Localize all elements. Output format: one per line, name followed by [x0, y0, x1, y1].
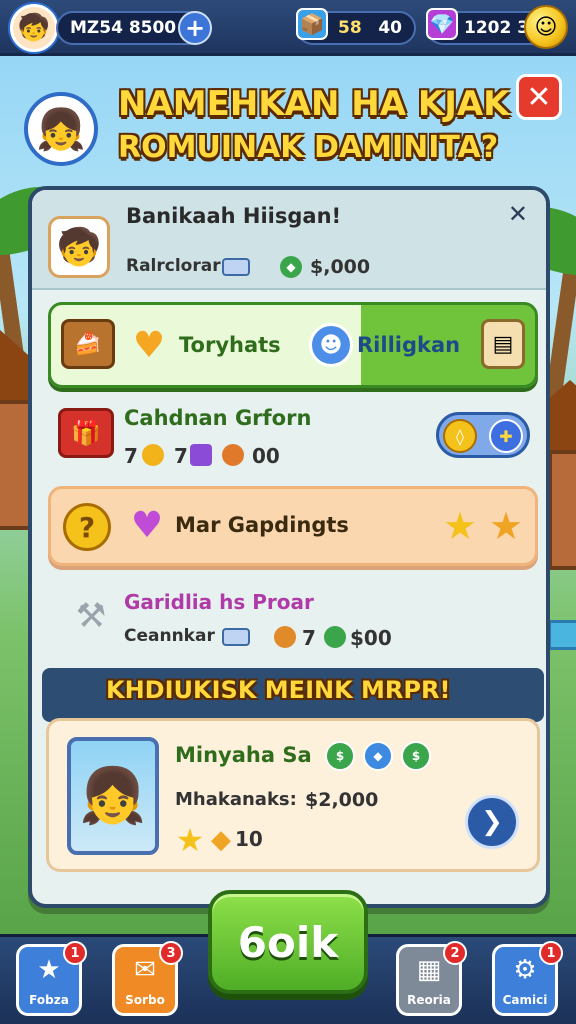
emerald-icon: ◆	[280, 256, 302, 278]
notification-badge: 1	[63, 941, 87, 965]
npc-avatar: 🧒	[48, 216, 110, 278]
key-icon: ✚	[489, 419, 523, 453]
nav-label: Fobza	[29, 993, 69, 1007]
row4-stat-2: $00	[350, 626, 392, 650]
resource-1-value: 58	[338, 18, 362, 38]
card-drop-icon: ◆	[211, 825, 231, 855]
row1-right-label: Rilligkan	[357, 333, 461, 357]
hammer-icon: ⚒	[75, 596, 107, 636]
coin-small-icon	[142, 444, 164, 466]
add-currency-button[interactable]: +	[178, 11, 212, 45]
card-icon	[222, 258, 250, 276]
row-highlight-orange[interactable]: ? ♥ Mar Gapdingts ★ ★	[48, 486, 538, 566]
nav-label: Sorbo	[125, 993, 165, 1007]
dollar-icon-2: $	[401, 741, 431, 771]
question-icon: ?	[63, 503, 111, 551]
title-line-2: ROMUINAK DAMINITA?	[118, 130, 499, 165]
quest-panel: 🧒 Banikaah Hiisgan! ✕ Ralrclorar ◆ $,000…	[28, 186, 550, 908]
crate-icon: 📦	[296, 8, 328, 40]
row2-stat-1: 7	[124, 444, 138, 468]
reward-label: Ralrclorar	[126, 256, 221, 276]
blob-icon: ☻	[309, 323, 353, 367]
reward-value: $,000	[310, 256, 371, 278]
card-name: Minyaha Sa	[175, 743, 312, 767]
row2-stat-2: 7	[174, 444, 188, 468]
star-icon-2: ★	[488, 504, 524, 548]
gift-icon: 🎁	[58, 408, 114, 458]
card-icon-2	[222, 628, 250, 646]
gear-icon: ⚙	[513, 955, 537, 985]
shield-blue-icon: ◆	[363, 741, 393, 771]
main-button-label: 6oik	[237, 917, 339, 967]
box-icon: ▤	[481, 319, 525, 369]
row4-label: Ceannkar	[124, 626, 215, 646]
panel-heading: Banikaah Hiisgan!	[126, 204, 342, 228]
nav-button-camici[interactable]: ⚙ Camici 1	[492, 941, 563, 1016]
purple-heart-icon: ♥	[130, 504, 164, 546]
row4-title: Garidlia hs Proar	[124, 590, 314, 614]
row2-title: Cahdnan Grforn	[124, 406, 312, 430]
notification-badge: 3	[159, 941, 183, 965]
character-card[interactable]: 👧 Minyaha Sa $ ◆ $ Mhakanaks: $2,000 ★ ◆…	[46, 718, 540, 872]
section-title: KHDIUKISK MEINK MRPR!	[106, 676, 451, 704]
row2-stat-3: 00	[252, 444, 280, 468]
coin-toggle-icon: ◊	[443, 419, 477, 453]
mail-icon: ✉	[134, 955, 156, 985]
notification-badge: 2	[443, 941, 467, 965]
next-arrow-button[interactable]: ❯	[465, 795, 519, 849]
card-sub-value: $2,000	[305, 789, 379, 811]
row4-stat-1: 7	[302, 626, 316, 650]
cake-icon: 🍰	[61, 319, 115, 369]
row1-left-label: Toryhats	[179, 333, 281, 357]
card-purple-icon	[190, 444, 212, 466]
nav-label: Reoria	[407, 993, 451, 1007]
notification-badge: 1	[539, 941, 563, 965]
gem-icon: 💎	[426, 8, 458, 40]
card-sub-label: Mhakanaks:	[175, 789, 297, 810]
player-avatar[interactable]: 🧒	[10, 4, 58, 52]
star-icon-1: ★	[442, 504, 478, 548]
card-star-icon: ★	[175, 821, 205, 859]
coin-icon[interactable]: ☺	[524, 5, 568, 49]
heart-icon: ♥	[132, 324, 166, 366]
close-button[interactable]: ✕	[516, 74, 562, 120]
gold-leaf-icon	[274, 626, 296, 648]
shield-icon	[222, 444, 244, 466]
resource-2-value: 40	[378, 18, 402, 38]
chest-icon: ▦	[416, 955, 442, 985]
row3-title: Mar Gapdingts	[175, 513, 349, 537]
panel-close-icon[interactable]: ✕	[508, 200, 528, 228]
nav-button-reoria[interactable]: ▦ Reoria 2	[396, 941, 467, 1016]
nav-label: Camici	[502, 993, 548, 1007]
title-line-1: NAMEHKAN HA KJAK	[118, 84, 510, 124]
character-portrait: 👧	[24, 92, 98, 166]
main-action-button[interactable]: 6oik	[208, 890, 368, 994]
nav-button-fobza[interactable]: ★ Fobza 1	[16, 941, 87, 1016]
nav-button-sorbo[interactable]: ✉ Sorbo 3	[112, 941, 183, 1016]
dollar-icon-1: $	[325, 741, 355, 771]
card-stars-value: 10	[235, 827, 263, 851]
gems-value: 1202 3	[464, 18, 530, 38]
toggle-switch[interactable]: ◊ ✚	[436, 412, 530, 458]
row-highlight-green[interactable]: 🍰 ♥ Toryhats ☻ Rilligkan ▤	[48, 302, 538, 388]
character-card-portrait: 👧	[67, 737, 159, 855]
player-name: MZ54 8500	[70, 18, 177, 38]
star-icon: ★	[37, 955, 61, 985]
green-gem-icon	[324, 626, 346, 648]
